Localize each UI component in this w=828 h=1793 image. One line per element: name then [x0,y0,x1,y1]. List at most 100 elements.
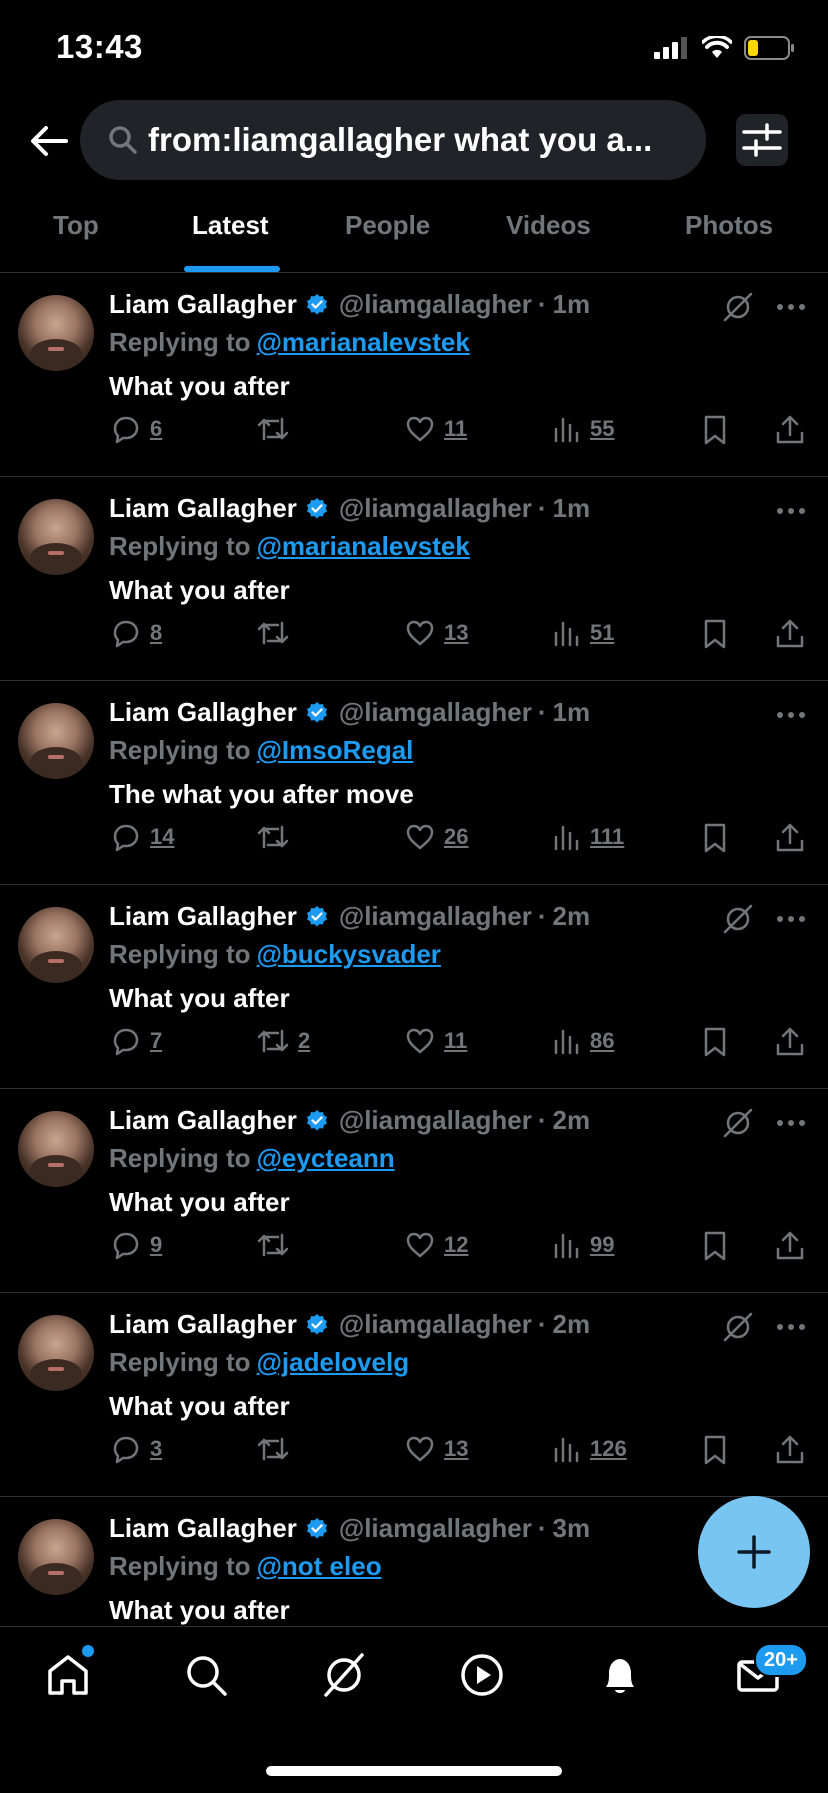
like-button[interactable]: 13 [404,1433,468,1465]
replying-to-mention[interactable]: @marianalevstek [257,327,470,357]
views-button[interactable]: 99 [552,1229,614,1261]
replying-to-mention[interactable]: @eycteann [257,1143,395,1173]
reply-button[interactable]: 6 [110,413,162,445]
grok-icon[interactable] [320,1651,368,1699]
avatar[interactable] [18,1519,94,1595]
author-name[interactable]: Liam Gallagher [109,1513,297,1544]
author-handle[interactable]: @liamgallagher [339,1513,532,1544]
reply-button[interactable]: 9 [110,1229,162,1261]
grok-icon[interactable] [722,903,754,935]
search-icon[interactable] [182,1651,230,1699]
retweet-button[interactable] [256,1433,290,1465]
bookmark-button[interactable] [700,413,730,447]
author-handle[interactable]: @liamgallagher [339,1105,532,1136]
tab-photos[interactable]: Photos [685,210,773,241]
more-options-icon[interactable] [774,295,808,319]
tweet-timestamp[interactable]: 2m [552,1105,590,1136]
tweet-card[interactable]: Liam Gallagher @liamgallagher · 1m Replying … [0,273,828,477]
tweet-card[interactable]: Liam Gallagher @liamgallagher · 2m Replying … [0,1089,828,1293]
tweet-feed[interactable]: Liam Gallagher @liamgallagher · 1m Replying … [0,273,828,1625]
like-button[interactable]: 13 [404,617,468,649]
tweet-timestamp[interactable]: 1m [552,697,590,728]
author-name[interactable]: Liam Gallagher [109,901,297,932]
author-name[interactable]: Liam Gallagher [109,493,297,524]
avatar[interactable] [18,1315,94,1391]
bookmark-button[interactable] [700,821,730,855]
tweet-timestamp[interactable]: 1m [552,493,590,524]
author-name[interactable]: Liam Gallagher [109,289,297,320]
replying-to-mention[interactable]: @buckysvader [257,939,441,969]
like-button[interactable]: 11 [404,1025,467,1057]
avatar[interactable] [18,295,94,371]
more-options-icon[interactable] [774,499,808,523]
tweet-timestamp[interactable]: 3m [552,1513,590,1544]
share-button[interactable] [774,1229,806,1263]
retweet-button[interactable] [256,413,290,445]
replying-to-mention[interactable]: @not eleo [257,1551,382,1581]
author-handle[interactable]: @liamgallagher [339,493,532,524]
compose-button[interactable] [698,1496,810,1608]
more-options-icon[interactable] [774,1315,808,1339]
bookmark-button[interactable] [700,1433,730,1467]
like-button[interactable]: 11 [404,413,467,445]
more-options-icon[interactable] [774,703,808,727]
tweet-card[interactable]: Liam Gallagher @liamgallagher · 1m Replying … [0,477,828,681]
views-button[interactable]: 86 [552,1025,614,1057]
tweet-card[interactable]: Liam Gallagher @liamgallagher · 1m Replying … [0,681,828,885]
replying-to-mention[interactable]: @ImsoRegal [257,735,414,765]
retweet-button[interactable] [256,617,290,649]
retweet-button[interactable]: 2 [256,1025,310,1057]
share-button[interactable] [774,413,806,447]
search-input[interactable]: from:liamgallagher what you a... [80,100,706,180]
share-button[interactable] [774,1025,806,1059]
author-handle[interactable]: @liamgallagher [339,697,532,728]
tweet-timestamp[interactable]: 2m [552,901,590,932]
tab-top[interactable]: Top [53,210,99,241]
share-button[interactable] [774,1433,806,1467]
tab-videos[interactable]: Videos [506,210,591,241]
avatar[interactable] [18,1111,94,1187]
author-name[interactable]: Liam Gallagher [109,1309,297,1340]
views-button[interactable]: 55 [552,413,614,445]
views-button[interactable]: 111 [552,821,624,853]
replying-to-mention[interactable]: @jadelovelg [257,1347,410,1377]
share-button[interactable] [774,821,806,855]
author-handle[interactable]: @liamgallagher [339,901,532,932]
more-options-icon[interactable] [774,907,808,931]
tab-latest[interactable]: Latest [192,210,269,241]
home-icon[interactable] [44,1651,92,1699]
share-button[interactable] [774,617,806,651]
bookmark-button[interactable] [700,1025,730,1059]
tab-people[interactable]: People [345,210,430,241]
reply-button[interactable]: 7 [110,1025,162,1057]
reply-button[interactable]: 8 [110,617,162,649]
author-name[interactable]: Liam Gallagher [109,697,297,728]
more-options-icon[interactable] [774,1111,808,1135]
grok-icon[interactable] [722,1311,754,1343]
author-handle[interactable]: @liamgallagher [339,1309,532,1340]
replying-to-mention[interactable]: @marianalevstek [257,531,470,561]
author-handle[interactable]: @liamgallagher [339,289,532,320]
tweet-card[interactable]: Liam Gallagher @liamgallagher · 2m Replying … [0,1293,828,1497]
avatar[interactable] [18,499,94,575]
views-button[interactable]: 126 [552,1433,627,1465]
author-name[interactable]: Liam Gallagher [109,1105,297,1136]
play-icon[interactable] [458,1651,506,1699]
tweet-timestamp[interactable]: 2m [552,1309,590,1340]
reply-button[interactable]: 3 [110,1433,162,1465]
grok-icon[interactable] [722,291,754,323]
tweet-card[interactable]: Liam Gallagher @liamgallagher · 2m Replying … [0,885,828,1089]
avatar[interactable] [18,907,94,983]
tweet-timestamp[interactable]: 1m [552,289,590,320]
back-arrow-icon[interactable] [26,118,72,164]
avatar[interactable] [18,703,94,779]
like-button[interactable]: 26 [404,821,468,853]
bookmark-button[interactable] [700,1229,730,1263]
retweet-button[interactable] [256,1229,290,1261]
bell-icon[interactable] [596,1651,644,1699]
grok-icon[interactable] [722,1107,754,1139]
like-button[interactable]: 12 [404,1229,468,1261]
bookmark-button[interactable] [700,617,730,651]
reply-button[interactable]: 14 [110,821,174,853]
search-filter-button[interactable] [736,114,788,166]
